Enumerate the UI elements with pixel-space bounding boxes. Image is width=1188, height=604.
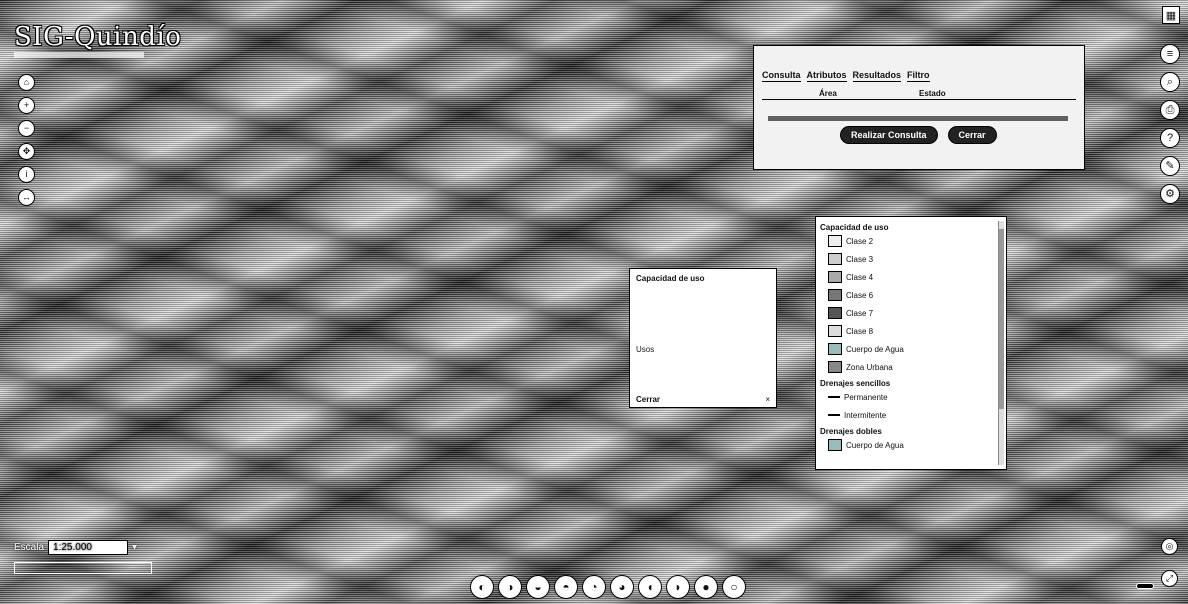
query-tab[interactable]: Atributos [806, 70, 847, 82]
swatch-icon [828, 343, 842, 355]
info-icon[interactable]: i [18, 166, 35, 183]
legend-scrollbar[interactable] [998, 221, 1004, 465]
legend-panel: Capacidad de uso Clase 2 Clase 3 Clase 4… [815, 216, 1007, 470]
column-header [798, 88, 818, 100]
swatch-icon [828, 325, 842, 337]
column-header [1057, 88, 1076, 100]
swatch-icon [828, 361, 842, 373]
basemap-icon[interactable]: ● [694, 575, 718, 599]
run-query-button[interactable]: Realizar Consulta [840, 126, 938, 144]
swatch-icon [828, 289, 842, 301]
right-toolbar: ≡ ⌕ ⎙ ? ✎ ⚙ [1160, 44, 1180, 204]
query-table: Área Estado [762, 88, 1076, 114]
home-icon[interactable]: ⌂ [18, 74, 35, 91]
feature-info-popup: Capacidad de uso Usos Cerrar × [629, 268, 777, 408]
measure-icon[interactable]: ↔ [18, 189, 35, 206]
query-tabs: Consulta Atributos Resultados Filtro [762, 70, 1076, 82]
zoom-out-icon[interactable]: − [18, 120, 35, 137]
basemap-icon[interactable]: ◗ [666, 575, 690, 599]
query-tab[interactable]: Resultados [852, 70, 902, 82]
basemap-icon[interactable]: ◑ [498, 575, 522, 599]
legend-item: Clase 2 [828, 235, 1002, 247]
legend-item: Permanente [828, 391, 1002, 403]
scale-label: Escala [14, 542, 45, 553]
legend-item: Clase 3 [828, 253, 1002, 265]
apps-grid-icon[interactable]: ▦ [1162, 6, 1180, 24]
legend-group-title: Drenajes dobles [820, 427, 882, 436]
swatch-icon [828, 439, 842, 451]
logo-underline [14, 52, 144, 58]
column-header [762, 88, 781, 100]
legend-item: Clase 6 [828, 289, 1002, 301]
fullscreen-icon[interactable]: ⤢ [1161, 570, 1178, 587]
query-tab[interactable]: Consulta [762, 70, 801, 82]
basemap-icon[interactable]: ○ [722, 575, 746, 599]
layers-icon[interactable]: ≡ [1160, 44, 1180, 64]
legend-item: Cuerpo de Agua [828, 439, 1002, 451]
query-buttons: Realizar Consulta Cerrar [840, 126, 997, 144]
basemap-bar: ◐ ◑ ◒ ◓ ◔ ◕ ◖ ◗ ● ○ [470, 575, 746, 599]
basemap-icon[interactable]: ◕ [610, 575, 634, 599]
info-row: Usos [636, 345, 655, 354]
close-button[interactable]: Cerrar [947, 126, 997, 144]
basemap-icon[interactable]: ◒ [526, 575, 550, 599]
query-tab[interactable]: Filtro [907, 70, 930, 82]
pan-icon[interactable]: ✥ [18, 143, 35, 160]
column-header [780, 88, 799, 100]
zoom-in-icon[interactable]: + [18, 97, 35, 114]
scale-bar [14, 562, 152, 574]
legend-item: Clase 8 [828, 325, 1002, 337]
column-header: Área [817, 88, 917, 100]
basemap-icon[interactable]: ◐ [470, 575, 494, 599]
legend-group-title: Drenajes sencillos [820, 379, 891, 388]
basemap-icon[interactable]: ◖ [638, 575, 662, 599]
swatch-icon [828, 307, 842, 319]
print-icon[interactable]: ⎙ [1160, 100, 1180, 120]
chevron-down-icon[interactable]: ▾ [132, 542, 137, 553]
legend-group-title: Capacidad de uso [820, 223, 889, 232]
legend-item: Intermitente [828, 409, 1002, 421]
horizontal-scrollbar[interactable] [768, 116, 1068, 121]
dashed-line-icon [828, 414, 840, 416]
app-logo: SIG-Quindío [14, 22, 182, 52]
query-dialog: Consulta Atributos Resultados Filtro Áre… [753, 45, 1085, 170]
popup-footer-link[interactable]: Cerrar [636, 395, 660, 404]
line-icon [828, 396, 840, 398]
column-header: Estado [916, 88, 1058, 100]
legend-item: Clase 7 [828, 307, 1002, 319]
search-icon[interactable]: ⌕ [1160, 72, 1180, 92]
scale-control: Escala 1:25.000 ▾ [14, 540, 137, 555]
legend-item: Zona Urbana [828, 361, 1002, 373]
basemap-icon[interactable]: ◔ [582, 575, 606, 599]
draw-icon[interactable]: ✎ [1160, 156, 1180, 176]
basemap-icon[interactable]: ◓ [554, 575, 578, 599]
settings-icon[interactable]: ⚙ [1160, 184, 1180, 204]
table-row[interactable] [762, 100, 1076, 115]
query-icon[interactable]: ? [1160, 128, 1180, 148]
close-icon[interactable]: × [765, 395, 770, 404]
swatch-icon [828, 271, 842, 283]
popup-title: Capacidad de uso [636, 274, 705, 283]
legend-item: Cuerpo de Agua [828, 343, 1002, 355]
swatch-icon [828, 253, 842, 265]
scale-select[interactable]: 1:25.000 [48, 540, 129, 555]
locate-icon[interactable]: ◎ [1161, 538, 1178, 555]
legend-item: Clase 4 [828, 271, 1002, 283]
scroll-thumb[interactable] [999, 229, 1004, 409]
swatch-icon [828, 235, 842, 247]
left-toolbar: ⌂ + − ✥ i ↔ [18, 74, 35, 206]
coordinate-readout [1136, 583, 1154, 589]
